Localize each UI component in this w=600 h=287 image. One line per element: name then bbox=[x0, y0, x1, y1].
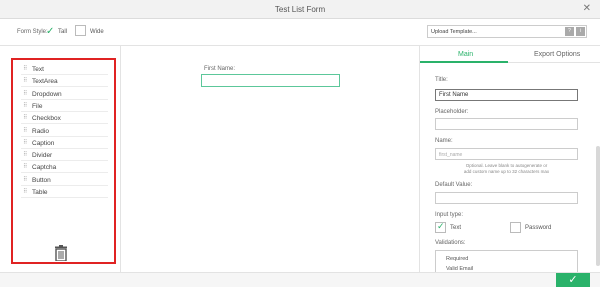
input-type-password-checkbox[interactable] bbox=[510, 222, 521, 233]
properties-tabs: Main Export Options bbox=[420, 46, 600, 63]
default-value-label: Default Value: bbox=[435, 182, 473, 188]
palette-item-label: File bbox=[32, 102, 43, 110]
window-title: Test List Form bbox=[274, 5, 326, 14]
palette-item-dropdown[interactable]: ⠿ Dropdown bbox=[21, 89, 108, 100]
info-button[interactable]: i bbox=[576, 27, 585, 36]
close-icon[interactable]: ✕ bbox=[583, 4, 591, 14]
drag-handle-icon[interactable]: ⠿ bbox=[23, 127, 28, 134]
palette-item-caption[interactable]: ⠿ Caption bbox=[21, 138, 108, 149]
drag-handle-icon[interactable]: ⠿ bbox=[23, 151, 28, 158]
palette-item-label: Button bbox=[32, 176, 51, 184]
palette-item-label: Radio bbox=[32, 127, 49, 135]
tab-export-options[interactable]: Export Options bbox=[534, 51, 580, 58]
palette-item-button[interactable]: ⠿ Button bbox=[21, 175, 108, 186]
form-canvas: First Name: bbox=[121, 46, 419, 272]
upload-template-field[interactable]: Upload Template... ? i bbox=[427, 25, 587, 38]
title-input-value: First Name bbox=[439, 92, 469, 98]
help-button[interactable]: ? bbox=[565, 27, 574, 36]
confirm-button[interactable]: ✓ bbox=[556, 273, 590, 287]
field-palette-panel: ⠿ Text ⠿ TextArea ⠿ Dropdown ⠿ File ⠿ Checkbox ⠿ Ra… bbox=[0, 46, 121, 272]
drag-handle-icon[interactable]: ⠿ bbox=[23, 65, 28, 72]
checkmark-icon: ✓ bbox=[437, 221, 445, 231]
drag-handle-icon[interactable]: ⠿ bbox=[23, 102, 28, 109]
first-name-input[interactable] bbox=[201, 74, 340, 87]
palette-item-file[interactable]: ⠿ File bbox=[21, 101, 108, 112]
placeholder-label: Placeholder: bbox=[435, 109, 469, 115]
title-label: Title: bbox=[435, 77, 448, 83]
palette-item-label: Caption bbox=[32, 139, 55, 147]
palette-item-label: Divider bbox=[32, 152, 53, 160]
form-editor-window: Test List Form ✕ Form Style: ✓ Tall Wide… bbox=[0, 0, 600, 287]
properties-panel: Main Export Options Title: First Name Pl… bbox=[419, 46, 600, 274]
name-input-placeholder: first_name bbox=[439, 152, 463, 158]
active-tab-indicator bbox=[420, 61, 508, 63]
palette-item-table[interactable]: ⠿ Table bbox=[21, 187, 108, 198]
first-name-label: First Name: bbox=[204, 66, 236, 72]
palette-item-label: Dropdown bbox=[32, 90, 62, 98]
input-type-text-checkbox[interactable]: ✓ bbox=[435, 221, 446, 233]
tall-option-label[interactable]: Tall bbox=[58, 29, 67, 35]
field-palette-list: ⠿ Text ⠿ TextArea ⠿ Dropdown ⠿ File ⠿ Checkbox ⠿ Ra… bbox=[11, 58, 116, 264]
input-type-text-label[interactable]: Text bbox=[450, 225, 461, 231]
palette-item-radio[interactable]: ⠿ Radio bbox=[21, 126, 108, 137]
palette-item-captcha[interactable]: ⠿ Captcha bbox=[21, 162, 108, 174]
palette-item-label: TextArea bbox=[32, 78, 58, 86]
palette-item-textarea[interactable]: ⠿ TextArea bbox=[21, 76, 108, 88]
drag-handle-icon[interactable]: ⠿ bbox=[23, 90, 28, 97]
drag-handle-icon[interactable]: ⠿ bbox=[23, 176, 28, 183]
drag-handle-icon[interactable]: ⠿ bbox=[23, 163, 28, 170]
palette-item-text[interactable]: ⠿ Text bbox=[21, 64, 108, 75]
input-type-label: Input type: bbox=[435, 212, 464, 218]
default-value-input[interactable] bbox=[435, 192, 578, 204]
wide-option-checkbox[interactable] bbox=[75, 25, 86, 36]
tab-main[interactable]: Main bbox=[458, 51, 473, 58]
tall-checkmark-icon[interactable]: ✓ bbox=[46, 26, 54, 37]
palette-item-checkbox[interactable]: ⠿ Checkbox bbox=[21, 113, 108, 125]
drag-handle-icon[interactable]: ⠿ bbox=[23, 139, 28, 146]
palette-item-label: Checkbox bbox=[32, 115, 61, 123]
name-input[interactable]: first_name bbox=[435, 148, 578, 160]
validations-list[interactable]: Required Valid Email bbox=[435, 250, 578, 274]
title-bar: Test List Form ✕ bbox=[0, 0, 600, 19]
validation-required[interactable]: Required bbox=[446, 256, 468, 262]
name-hint-line-2: add custom name up to 32 characters max bbox=[463, 169, 550, 174]
drag-handle-icon[interactable]: ⠿ bbox=[23, 77, 28, 84]
palette-item-divider[interactable]: ⠿ Divider bbox=[21, 150, 108, 162]
footer-bar: ✓ bbox=[0, 272, 600, 287]
palette-item-label: Text bbox=[32, 66, 44, 73]
input-type-password-label[interactable]: Password bbox=[525, 225, 551, 231]
form-style-label: Form Style: bbox=[17, 29, 48, 35]
trash-icon[interactable] bbox=[55, 245, 67, 261]
validations-label: Validations: bbox=[435, 240, 466, 246]
properties-scrollbar[interactable] bbox=[596, 146, 600, 266]
drag-handle-icon[interactable]: ⠿ bbox=[23, 188, 28, 195]
palette-item-label: Captcha bbox=[32, 164, 57, 172]
name-label: Name: bbox=[435, 138, 453, 144]
title-input[interactable]: First Name bbox=[435, 89, 578, 101]
upload-template-text: Upload Template... bbox=[431, 29, 477, 35]
palette-item-label: Table bbox=[32, 189, 48, 196]
wide-option-label[interactable]: Wide bbox=[90, 29, 104, 35]
placeholder-input[interactable] bbox=[435, 118, 578, 130]
drag-handle-icon[interactable]: ⠿ bbox=[23, 114, 28, 121]
form-style-toolbar: Form Style: ✓ Tall Wide Upload Template.… bbox=[0, 19, 600, 46]
